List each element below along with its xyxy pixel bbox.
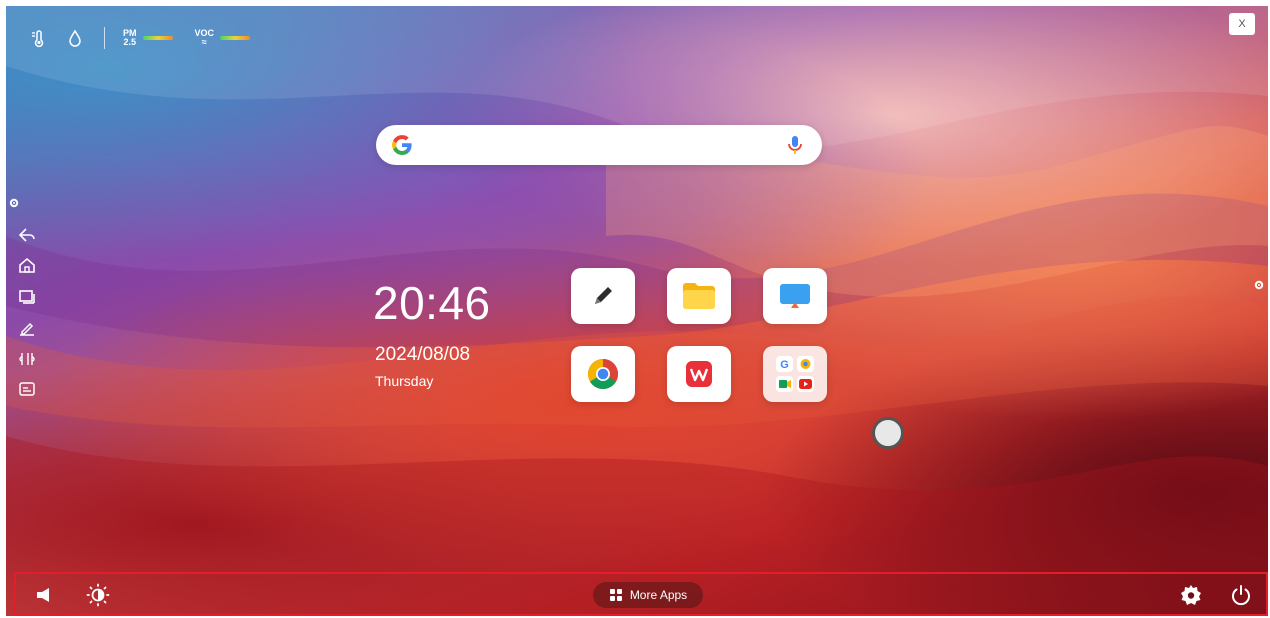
pm25-label: PM 2.5 [123, 29, 137, 47]
wallpaper-waves [6, 6, 1268, 616]
pm25-label-bottom: 2.5 [123, 37, 136, 47]
note-pen-app[interactable] [571, 268, 635, 324]
wps-office-app[interactable] [667, 346, 731, 402]
pm25-indicator: PM 2.5 [123, 29, 173, 47]
pen-icon [595, 287, 612, 304]
volume-icon[interactable] [34, 583, 58, 607]
status-divider [104, 27, 105, 49]
google-folder-icon: G [776, 356, 814, 392]
voc-label-group: VOC ≈ [195, 29, 215, 47]
wps-icon [686, 361, 712, 387]
home-icon[interactable] [16, 254, 38, 276]
microphone-icon[interactable] [786, 134, 804, 156]
annotate-pen-icon[interactable] [16, 317, 38, 339]
bottom-dock: More Apps [14, 572, 1268, 616]
clock-date: 2024/08/08 [375, 344, 471, 365]
more-apps-label: More Apps [629, 588, 688, 602]
windows-icon[interactable] [16, 286, 38, 308]
right-sidebar-handle-icon[interactable] [1250, 271, 1268, 299]
desktop-screen: PM 2.5 VOC ≈ X 20:46 2024/08/08 Thursday… [6, 6, 1268, 616]
brightness-icon[interactable] [86, 583, 110, 607]
source-icon[interactable] [16, 348, 38, 370]
environment-status-bar: PM 2.5 VOC ≈ [28, 24, 251, 52]
search-input[interactable] [424, 133, 764, 157]
close-button[interactable]: X [1229, 13, 1255, 35]
more-apps-button[interactable]: More Apps [593, 582, 703, 608]
apps-grid-icon [609, 589, 622, 601]
voc-level-bar [220, 36, 251, 40]
presentation-icon[interactable] [16, 378, 38, 400]
clock-weekday: Thursday [375, 373, 434, 389]
google-logo-icon [392, 135, 412, 155]
thermometer-icon [28, 27, 50, 49]
chrome-app[interactable] [571, 346, 635, 402]
power-icon[interactable] [1229, 583, 1253, 607]
voc-wave-icon: ≈ [201, 37, 207, 47]
settings-handle-icon[interactable] [6, 192, 22, 214]
back-icon[interactable] [16, 224, 38, 246]
file-manager-app[interactable] [667, 268, 731, 324]
screen-share-app[interactable] [763, 268, 827, 324]
humidity-drop-icon [64, 27, 86, 49]
screen-cast-icon [780, 284, 810, 308]
clock-time: 20:46 [373, 277, 491, 329]
chrome-icon [587, 359, 619, 390]
folder-icon [683, 283, 715, 309]
floating-assistive-ball[interactable] [872, 417, 904, 449]
voc-indicator: VOC ≈ [195, 29, 251, 47]
pm25-level-bar [142, 36, 173, 40]
google-apps-folder[interactable]: G [763, 346, 827, 402]
google-search-bar[interactable] [376, 125, 822, 165]
settings-icon[interactable] [1179, 583, 1203, 607]
svg-text:G: G [780, 359, 789, 371]
